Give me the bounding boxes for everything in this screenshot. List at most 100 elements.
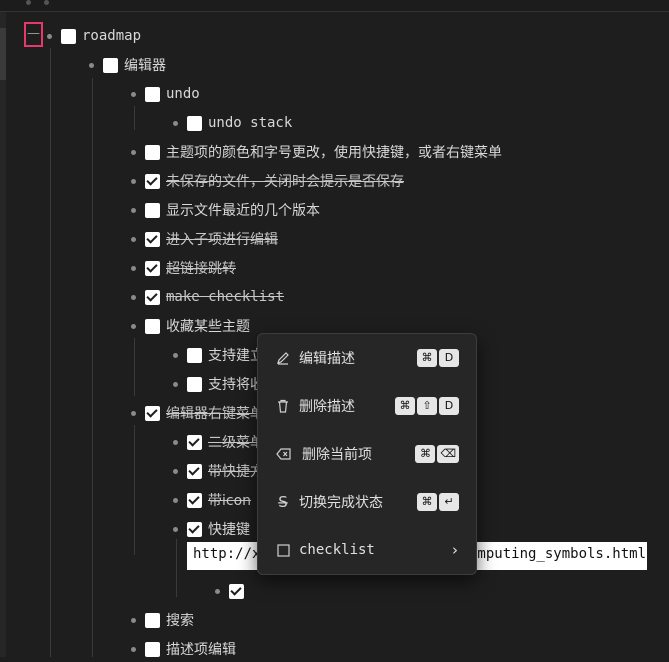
checkbox-checked[interactable] — [187, 463, 202, 479]
node-label: undo — [166, 86, 200, 102]
strikethrough-icon: S̶ — [278, 493, 288, 511]
bullet-icon — [131, 91, 136, 97]
shortcut-key: ⌘ — [395, 397, 415, 415]
checkbox[interactable] — [145, 202, 160, 218]
tree-guide-line — [134, 338, 135, 396]
tree-node-roadmap[interactable]: roadmap — [47, 23, 141, 49]
node-label: 未保存的文件，关闭时会提示是否保存 — [166, 174, 404, 190]
checkbox[interactable] — [145, 612, 160, 628]
checkbox[interactable] — [61, 28, 76, 44]
tree-node-support-move[interactable]: 支持将收 — [173, 371, 264, 397]
bullet-icon — [131, 236, 136, 242]
node-label: 带icon — [208, 493, 252, 509]
bullet-icon — [131, 207, 136, 213]
bullet-icon — [131, 265, 136, 271]
checkbox[interactable] — [187, 115, 202, 131]
tree-node-undo[interactable]: undo — [131, 81, 200, 107]
editor-text-left: http://x — [193, 546, 261, 562]
tree-node-empty[interactable] — [215, 578, 250, 604]
tree-node-context-menu[interactable]: 编辑器右键菜单 — [131, 400, 264, 426]
shortcut-key: D — [439, 397, 459, 415]
tree-node-make-checklist[interactable]: make checklist — [131, 284, 284, 310]
checkbox[interactable] — [187, 376, 202, 392]
bullet-icon — [131, 323, 136, 329]
menu-item-label: 切换完成状态 — [299, 495, 383, 511]
node-label: 搜索 — [166, 613, 194, 629]
tree-node-submenu[interactable]: 二级菜单 — [173, 429, 264, 455]
backspace-icon — [275, 446, 291, 462]
checkbox-checked[interactable] — [187, 434, 202, 450]
shortcut-key: ⌘ — [417, 493, 437, 511]
checkbox[interactable] — [145, 144, 160, 160]
tree-node-desc-edit[interactable]: 描述项编辑 — [131, 636, 236, 662]
bullet-icon — [131, 149, 136, 155]
bullet-icon — [173, 526, 178, 532]
shortcut-key: ⇧ — [417, 397, 437, 415]
menu-item-label: checklist — [299, 542, 375, 558]
bullet-icon — [131, 410, 136, 416]
bullet-icon — [131, 617, 136, 623]
node-label: 主题项的颜色和字号更改，使用快捷键，或者右键菜单 — [166, 145, 502, 161]
top-bar — [0, 0, 669, 12]
tree-node-shortcut-tip[interactable]: 带快捷方 — [173, 458, 264, 484]
menu-item-toggle-done[interactable]: S̶ 切换完成状态 ⌘ ↵ — [258, 480, 476, 524]
checkbox[interactable] — [145, 318, 160, 334]
menu-item-delete-current[interactable]: 删除当前项 ⌘ ⌫ — [258, 432, 476, 476]
bullet-icon — [173, 497, 178, 503]
tree-node-theme-font[interactable]: 主题项的颜色和字号更改，使用快捷键，或者右键菜单 — [131, 139, 502, 165]
tree-node-editor[interactable]: 编辑器 — [89, 52, 166, 78]
window-dot-icon — [44, 0, 49, 5]
node-label: 编辑器 — [124, 58, 166, 74]
node-label: 支持建立 — [208, 348, 264, 364]
shortcut-keys: ⌘ ⇧ D — [395, 397, 459, 415]
shortcut-key: ↵ — [439, 493, 459, 511]
node-label: 二级菜单 — [208, 435, 264, 451]
menu-item-label: 删除描述 — [299, 399, 355, 415]
bullet-icon — [131, 178, 136, 184]
checkbox-checked[interactable] — [187, 521, 202, 537]
tree-guide-line — [92, 78, 93, 657]
node-label: 带快捷方 — [208, 464, 264, 480]
shortcut-key: ⌫ — [437, 445, 459, 463]
chevron-right-icon: › — [452, 541, 458, 559]
tree-node-recent-versions[interactable]: 显示文件最近的几个版本 — [131, 197, 320, 223]
checkbox[interactable] — [187, 347, 202, 363]
checkbox-checked[interactable] — [145, 260, 160, 276]
tree-node-enter-child[interactable]: 进入子项进行编辑 — [131, 226, 278, 252]
context-menu: 编辑描述 ⌘ D 删除描述 ⌘ ⇧ D 删除当前项 ⌘ ⌫ S̶ 切换完成状态 … — [257, 333, 477, 575]
bullet-icon — [215, 588, 220, 594]
tree-node-search[interactable]: 搜索 — [131, 607, 194, 633]
shortcut-key: ⌘ — [415, 445, 436, 463]
checkbox-checked[interactable] — [145, 289, 160, 305]
shortcut-key: D — [439, 349, 459, 367]
node-label: 支持将收 — [208, 377, 264, 393]
menu-item-checklist[interactable]: checklist › — [258, 528, 476, 572]
checkbox-icon — [275, 542, 291, 558]
menu-item-delete-description[interactable]: 删除描述 ⌘ ⇧ D — [258, 384, 476, 428]
collapse-button[interactable]: — — [24, 22, 43, 47]
left-scroll-thumb[interactable] — [0, 28, 6, 80]
tree-node-collect-topics[interactable]: 收藏某些主题 — [131, 313, 250, 339]
menu-item-edit-description[interactable]: 编辑描述 ⌘ D — [258, 336, 476, 380]
tree-node-with-icon[interactable]: 带icon — [173, 487, 251, 513]
left-scroll-track[interactable] — [0, 12, 6, 657]
checkbox[interactable] — [145, 86, 160, 102]
tree-node-hyperlink[interactable]: 超链接跳转 — [131, 255, 236, 281]
checkbox[interactable] — [145, 641, 160, 657]
checkbox[interactable] — [103, 57, 118, 73]
checkbox-checked[interactable] — [145, 173, 160, 189]
tree-node-shortcut[interactable]: 快捷键 — [173, 516, 250, 542]
checkbox-checked[interactable] — [229, 583, 244, 599]
node-label: undo stack — [208, 115, 293, 131]
tree-node-undo-stack[interactable]: undo stack — [173, 110, 292, 136]
menu-item-label: 编辑描述 — [299, 351, 355, 367]
tree-node-support-create[interactable]: 支持建立 — [173, 342, 264, 368]
shortcut-keys: ⌘ ↵ — [417, 493, 459, 511]
shortcut-keys: ⌘ ⌫ — [415, 445, 459, 463]
tree-node-unsaved[interactable]: 未保存的文件，关闭时会提示是否保存 — [131, 168, 404, 194]
shortcut-key: ⌘ — [417, 349, 437, 367]
pencil-icon — [275, 350, 291, 366]
checkbox-checked[interactable] — [145, 231, 160, 247]
checkbox-checked[interactable] — [145, 405, 160, 421]
checkbox-checked[interactable] — [187, 492, 202, 508]
